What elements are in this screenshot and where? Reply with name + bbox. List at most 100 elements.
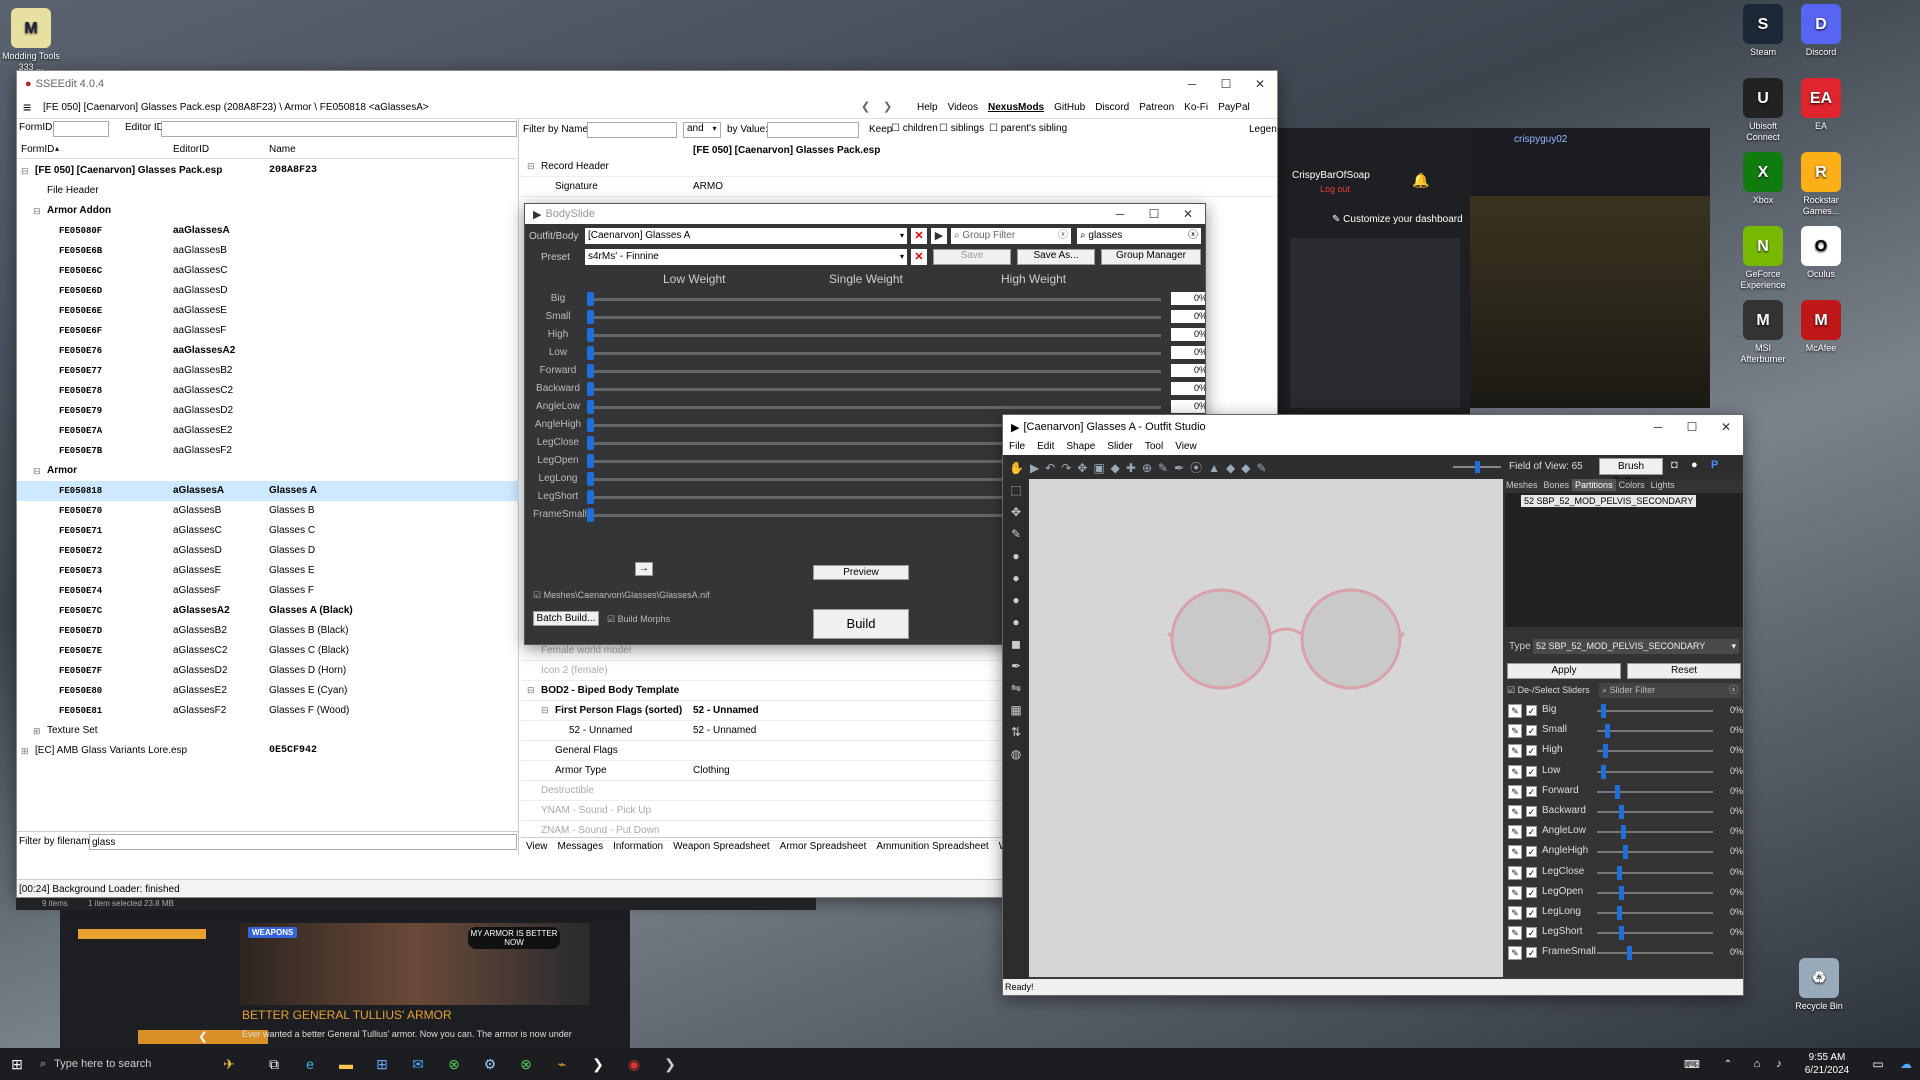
task-view-icon[interactable]: ⧉ xyxy=(256,1048,292,1080)
tree-row[interactable]: FE050E71 aGlassesC Glasses C xyxy=(17,521,519,541)
slider-track[interactable] xyxy=(589,298,1161,301)
os-slider-track[interactable] xyxy=(1597,730,1713,733)
filename-filter-input[interactable] xyxy=(89,834,517,850)
os-slider-row[interactable]: ✎ ✓ Low 0% xyxy=(1505,762,1743,782)
network-icon[interactable]: ⌂ xyxy=(1746,1048,1768,1080)
github-icon[interactable]: ● xyxy=(1691,459,1698,471)
os-slider-knob[interactable] xyxy=(1627,946,1632,961)
slider-row[interactable]: Big 0% xyxy=(525,290,1205,308)
slider-value[interactable]: 0% xyxy=(1171,364,1205,377)
select-tool-icon[interactable]: ⬚ xyxy=(1003,479,1029,501)
tree-row[interactable]: File Header xyxy=(17,181,519,201)
filter-value-input[interactable] xyxy=(767,122,859,138)
os-slider-knob[interactable] xyxy=(1603,744,1608,759)
save-button[interactable]: Save xyxy=(933,249,1011,265)
clear-preset-icon[interactable]: ✕ xyxy=(911,249,927,265)
mail-icon[interactable]: ✉ xyxy=(400,1048,436,1080)
clear-icon[interactable]: ⓧ xyxy=(1729,683,1738,698)
tree-row[interactable]: FE050E7F aGlassesD2 Glasses D (Horn) xyxy=(17,661,519,681)
group-manager-button[interactable]: Group Manager xyxy=(1101,249,1201,265)
menu-link-github[interactable]: GitHub xyxy=(1054,102,1085,113)
os-slider-knob[interactable] xyxy=(1623,845,1628,860)
close-icon[interactable]: ✕ xyxy=(1709,420,1743,434)
menu-link-kofi[interactable]: Ko-Fi xyxy=(1184,102,1208,113)
type-select[interactable]: 52 SBP_52_MOD_PELVIS_SECONDARY ▾ xyxy=(1533,639,1739,654)
xbox-app-icon[interactable]: ⊗ xyxy=(508,1048,544,1080)
minimize-icon[interactable]: ─ xyxy=(1175,77,1209,91)
expand-toggle-icon[interactable]: ⊞ xyxy=(21,741,29,761)
keyboard-icon[interactable]: ⌨ xyxy=(1674,1048,1710,1080)
edit-slider-icon[interactable]: ✎ xyxy=(1508,744,1522,759)
notifications-icon[interactable]: ▭ xyxy=(1864,1048,1892,1080)
tree-row[interactable]: ⊟ [FE 050] [Caenarvon] Glasses Pack.esp 20… xyxy=(17,161,519,181)
slider-track[interactable] xyxy=(589,406,1161,409)
os-slider-row[interactable]: ✎ ✓ Big 0% xyxy=(1505,701,1743,721)
slider-knob[interactable] xyxy=(587,328,594,342)
slider-checkbox[interactable]: ✓ xyxy=(1526,785,1537,797)
transform-tool-icon[interactable]: ✥ xyxy=(1003,501,1029,523)
split-tool-icon[interactable]: ⇋ xyxy=(1003,677,1029,699)
taskbar-search[interactable]: ⌕ Type here to search xyxy=(34,1048,202,1080)
and-select[interactable]: and ▾ xyxy=(683,122,721,138)
viewport-3d[interactable] xyxy=(1029,479,1503,977)
tree-row[interactable]: ⊞ Texture Set xyxy=(17,721,519,741)
desktop-icon[interactable]: EA EA xyxy=(1790,78,1852,132)
save-as-button[interactable]: Save As... xyxy=(1017,249,1095,265)
tab-armorspreadsheet[interactable]: Armor Spreadsheet xyxy=(775,838,872,855)
slider-checkbox[interactable]: ✓ xyxy=(1526,886,1537,898)
tab-lights[interactable]: Lights xyxy=(1648,479,1678,491)
tab-partitions[interactable]: Partitions xyxy=(1572,479,1616,491)
record-row[interactable]: Signature ARMO xyxy=(521,177,1277,197)
menu-edit[interactable]: Edit xyxy=(1037,441,1054,452)
tree-row[interactable]: FE05080F aaGlassesA xyxy=(17,221,519,241)
mesh-checkbox[interactable]: ☑ xyxy=(533,590,541,600)
os-slider-row[interactable]: ✎ ✓ High 0% xyxy=(1505,741,1743,761)
xbox-icon[interactable]: ⊗ xyxy=(436,1048,472,1080)
os-slider-knob[interactable] xyxy=(1619,805,1624,819)
edit-slider-icon[interactable]: ✎ xyxy=(1508,885,1522,900)
edit-slider-icon[interactable]: ✎ xyxy=(1508,704,1522,718)
tree-row[interactable]: FE050E72 aGlassesD Glasses D xyxy=(17,541,519,561)
store-icon[interactable]: ⊞ xyxy=(364,1048,400,1080)
os-slider-row[interactable]: ✎ ✓ Backward 0% xyxy=(1505,802,1743,822)
maximize-icon[interactable]: ☐ xyxy=(1137,207,1171,221)
os-slider-row[interactable]: ✎ ✓ AngleHigh 0% xyxy=(1505,842,1743,862)
tree-row[interactable]: FE050E6D aaGlassesD xyxy=(17,281,519,301)
menu-tool[interactable]: Tool xyxy=(1145,441,1163,452)
slider-row[interactable]: LegShort xyxy=(525,488,1049,506)
slider-value[interactable]: 0% xyxy=(1171,292,1205,305)
os-slider-row[interactable]: ✎ ✓ FrameSmall 0% xyxy=(1505,943,1743,963)
tree-row[interactable]: FE050E70 aGlassesB Glasses B xyxy=(17,501,519,521)
tree-row[interactable]: ⊞ [EC] AMB Glass Variants Lore.esp 0E5CF94… xyxy=(17,741,519,761)
slider-track[interactable] xyxy=(589,370,1161,373)
expand-toggle-icon[interactable]: ⊟ xyxy=(527,161,535,172)
tree-row[interactable]: FE050E80 aGlassesE2 Glasses E (Cyan) xyxy=(17,681,519,701)
slider-row[interactable]: Forward 0% xyxy=(525,362,1205,380)
slider-track[interactable] xyxy=(589,478,1049,481)
slider-checkbox[interactable]: ✓ xyxy=(1526,725,1537,737)
tab-view[interactable]: View xyxy=(521,838,553,855)
expand-toggle-icon[interactable]: ⊟ xyxy=(541,705,549,716)
tab-meshes[interactable]: Meshes xyxy=(1503,479,1541,491)
volume-icon[interactable]: ♪ xyxy=(1768,1048,1790,1080)
desktop-icon[interactable]: ♻ Recycle Bin xyxy=(1788,958,1850,1012)
edit-slider-icon[interactable]: ✎ xyxy=(1508,784,1522,799)
sphere-tool-icon[interactable]: ● xyxy=(1003,567,1029,589)
os-slider-track[interactable] xyxy=(1597,811,1713,813)
slider-track[interactable] xyxy=(589,424,1049,427)
record-row[interactable]: ⊟ Record Header xyxy=(521,157,1277,177)
tree-row[interactable]: FE050E73 aGlassesE Glasses E xyxy=(17,561,519,581)
slider-checkbox[interactable]: ✓ xyxy=(1526,947,1537,959)
clear-icon[interactable]: ⓧ xyxy=(1058,228,1068,244)
mod-title[interactable]: BETTER GENERAL TULLIUS' ARMOR xyxy=(242,1008,452,1022)
menu-link-discord[interactable]: Discord xyxy=(1095,102,1129,113)
os-slider-knob[interactable] xyxy=(1601,764,1606,779)
close-icon[interactable]: ✕ xyxy=(1171,207,1205,221)
back-arrow-icon[interactable]: ❮ xyxy=(861,100,870,113)
fov-slider[interactable] xyxy=(1453,461,1501,473)
slider-row[interactable]: High 0% xyxy=(525,326,1205,344)
xbox-user-name[interactable]: CrispyBarOfSoap xyxy=(1292,170,1370,181)
xbox-customize-dashboard[interactable]: ✎ Customize your dashboard xyxy=(1332,214,1463,225)
tree-row[interactable]: FE050E7D aGlassesB2 Glasses B (Black) xyxy=(17,621,519,641)
tab-bones[interactable]: Bones xyxy=(1541,479,1573,491)
